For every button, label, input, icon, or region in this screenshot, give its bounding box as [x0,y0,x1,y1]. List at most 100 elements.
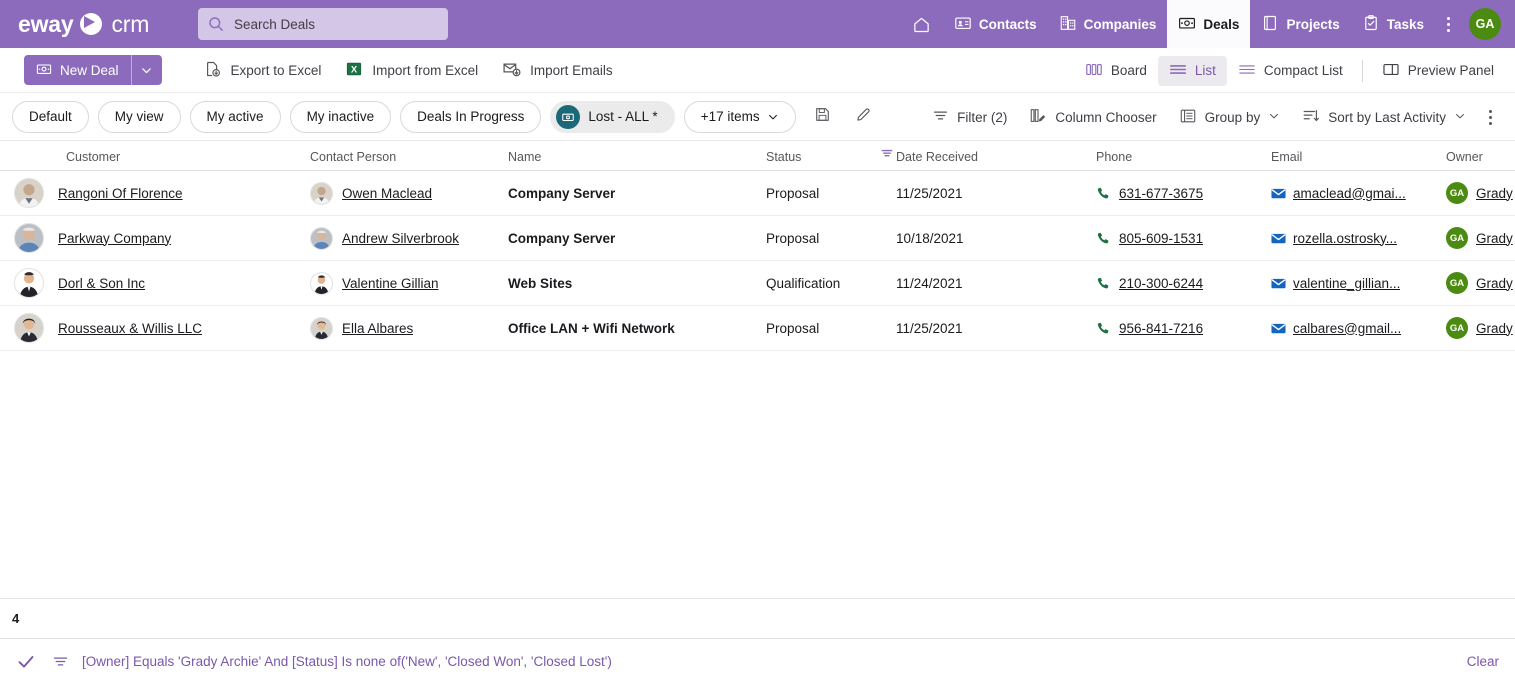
table-row[interactable]: Rangoni Of Florence Owen Maclead Company… [0,171,1515,216]
owner-link[interactable]: Grady [1476,276,1513,291]
deals-grid: Customer Contact Person Name Status Date… [0,141,1515,598]
deal-name: Company Server [508,230,616,246]
clear-filter-button[interactable]: Clear [1467,654,1499,669]
email-link[interactable]: amaclead@gmai... [1293,186,1406,201]
filter-enabled-checkbox[interactable] [16,652,36,672]
cell-customer: Rangoni Of Florence [0,178,310,208]
search-input[interactable]: Search Deals [198,8,448,40]
chip-lost-all-label: Lost - ALL * [588,109,658,124]
contact-avatar [310,181,333,205]
import-from-excel-label: Import from Excel [372,62,479,78]
view-board-button[interactable]: Board [1074,56,1158,86]
cell-email: rozella.ostrosky... [1271,231,1446,246]
import-emails-button[interactable]: Import Emails [490,55,625,85]
filter-icon[interactable] [52,653,69,670]
table-row[interactable]: Dorl & Son Inc Valentine Gillian Web Sit… [0,261,1515,306]
column-header-email[interactable]: Email [1271,150,1446,170]
chip-lost-all[interactable]: Lost - ALL * [550,100,675,133]
chip-default[interactable]: Default [12,100,89,133]
owner-link[interactable]: Grady [1476,186,1513,201]
email-link[interactable]: calbares@gmail... [1293,321,1401,336]
app-header: eway crm Search Deals Contacts Companies [0,0,1515,48]
search-icon [208,16,224,32]
cell-date-received: 10/18/2021 [896,231,1096,246]
chip-my-active[interactable]: My active [189,100,281,133]
email-link[interactable]: rozella.ostrosky... [1293,231,1397,246]
cell-owner: GA Grady [1446,182,1515,204]
chip-deals-in-progress[interactable]: Deals In Progress [400,100,542,133]
cell-name: Company Server [508,231,766,246]
cell-date-received: 11/25/2021 [896,321,1096,336]
nav-companies-label: Companies [1083,16,1157,32]
contact-link[interactable]: Valentine Gillian [342,276,439,291]
nav-deals-label: Deals [1203,16,1240,32]
column-header-phone[interactable]: Phone [1096,150,1271,170]
view-compact-list-button[interactable]: Compact List [1227,56,1354,86]
nav-deals[interactable]: Deals [1167,0,1251,48]
new-deal-button[interactable]: New Deal [24,55,162,85]
phone-link[interactable]: 956-841-7216 [1119,321,1203,336]
column-header-name[interactable]: Name [508,150,766,170]
contact-link[interactable]: Andrew Silverbrook [342,231,459,246]
active-filter-bar: [Owner] Equals 'Grady Archie' And [Statu… [0,638,1515,684]
column-header-status[interactable]: Status [766,148,896,170]
view-compact-list-label: Compact List [1263,63,1343,78]
column-header-owner[interactable]: Owner [1446,150,1515,170]
email-link[interactable]: valentine_gillian... [1293,276,1400,291]
grid-overflow-menu-icon[interactable] [1477,109,1503,125]
customer-link[interactable]: Dorl & Son Inc [58,276,145,291]
owner-avatar: GA [1446,182,1468,204]
chip-more-items[interactable]: +17 items [683,100,796,133]
view-list-button[interactable]: List [1157,55,1227,86]
home-icon [914,17,929,32]
table-row[interactable]: Parkway Company Andrew Silverbrook Compa… [0,216,1515,261]
sort-button[interactable]: Sort by Last Activity [1291,102,1477,132]
export-to-excel-button[interactable]: Export to Excel [192,55,334,85]
chip-my-view[interactable]: My view [97,100,181,133]
customer-avatar [14,178,44,208]
chevron-down-icon [1268,110,1280,125]
column-header-date-received[interactable]: Date Received [896,150,1096,170]
phone-icon [1096,231,1111,246]
customer-link[interactable]: Parkway Company [58,231,171,246]
column-header-contact-person[interactable]: Contact Person [310,150,508,170]
nav-contacts[interactable]: Contacts [943,0,1048,48]
nav-companies[interactable]: Companies [1048,0,1168,48]
table-row[interactable]: Rousseaux & Willis LLC Ella Albares Offi… [0,306,1515,351]
nav-tasks[interactable]: Tasks [1351,0,1435,48]
phone-link[interactable]: 210-300-6244 [1119,276,1203,291]
chip-my-inactive[interactable]: My inactive [289,100,392,133]
cell-contact-person: Owen Maclead [310,181,508,205]
owner-link[interactable]: Grady [1476,231,1513,246]
nav-overflow-menu-icon[interactable] [1435,0,1461,48]
cell-name: Company Server [508,186,766,201]
email-icon [1271,187,1286,200]
contact-link[interactable]: Owen Maclead [342,186,432,201]
status-value: Proposal [766,185,820,201]
phone-icon [1096,276,1111,291]
contact-link[interactable]: Ella Albares [342,321,413,336]
nav-projects[interactable]: Projects [1250,0,1350,48]
owner-avatar: GA [1446,317,1468,339]
chevron-down-icon [142,67,151,73]
status-filter-active-icon[interactable] [881,148,893,163]
column-header-customer[interactable]: Customer [0,150,310,170]
phone-icon [1096,186,1111,201]
filter-button[interactable]: Filter (2) [921,102,1018,132]
customer-link[interactable]: Rousseaux & Willis LLC [58,321,202,336]
view-preview-panel-button[interactable]: Preview Panel [1371,56,1505,86]
filter-expression-text[interactable]: [Owner] Equals 'Grady Archie' And [Statu… [82,654,612,669]
new-deal-dropdown-toggle[interactable] [132,55,162,85]
edit-view-button[interactable] [850,103,878,131]
import-from-excel-button[interactable]: X Import from Excel [333,55,490,85]
save-view-button[interactable] [809,103,837,131]
owner-link[interactable]: Grady [1476,321,1513,336]
brand-primary-text: eway [18,10,74,37]
column-chooser-button[interactable]: Column Chooser [1018,102,1167,132]
customer-link[interactable]: Rangoni Of Florence [58,186,183,201]
phone-link[interactable]: 805-609-1531 [1119,231,1203,246]
nav-home[interactable] [900,0,943,48]
user-avatar[interactable]: GA [1469,8,1501,40]
phone-link[interactable]: 631-677-3675 [1119,186,1203,201]
group-by-button[interactable]: Group by [1168,102,1292,132]
